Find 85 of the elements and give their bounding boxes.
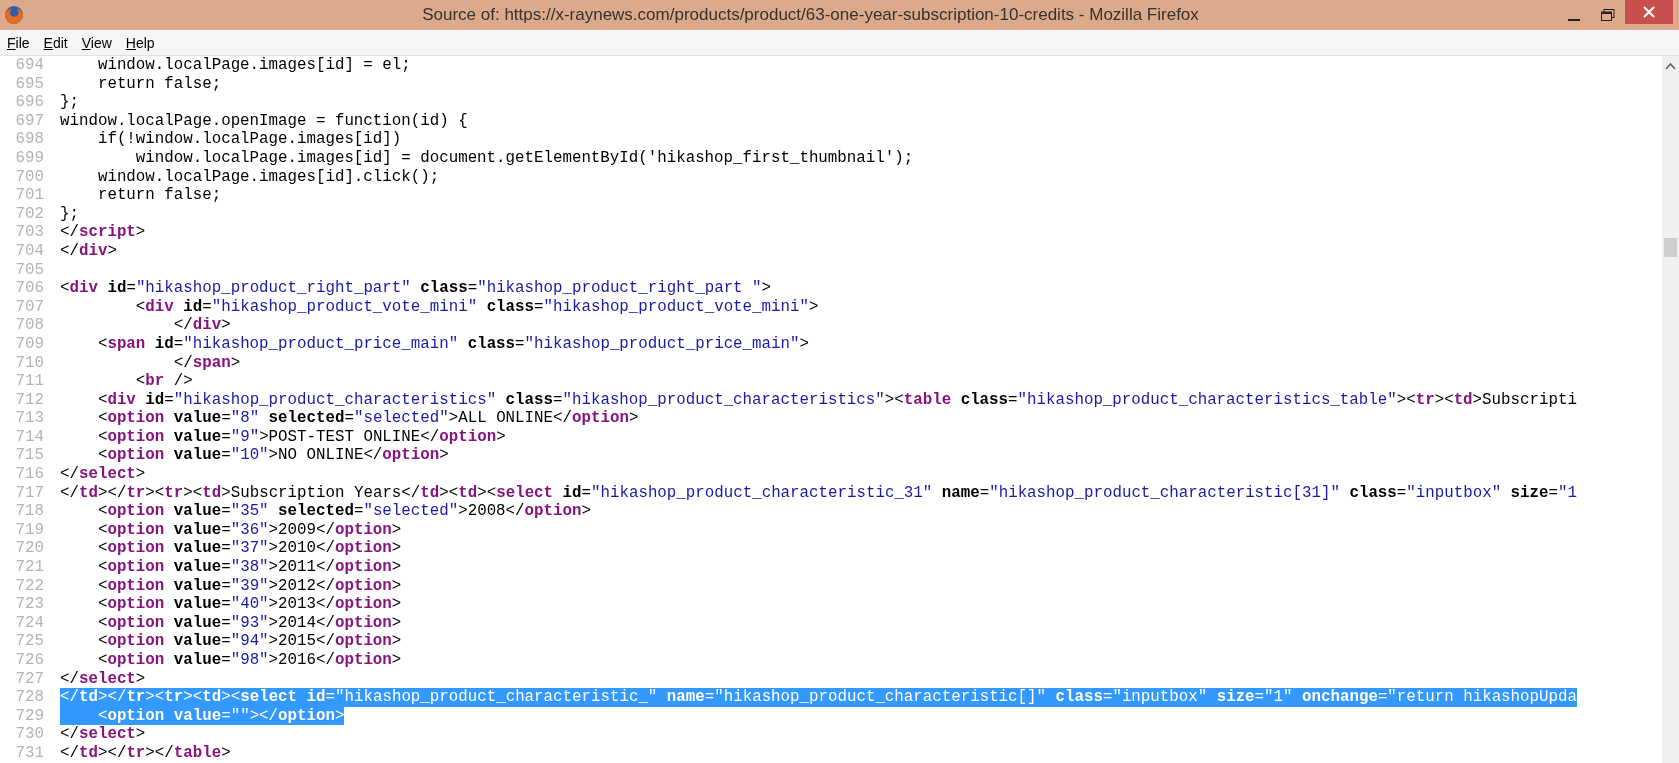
line-number: 721 (14, 558, 45, 577)
code-line: </div> (60, 241, 117, 261)
code-line: <span id="hikashop_product_price_main" class="hikashop_product_price_main"> (96, 334, 809, 354)
line-number: 697 (14, 111, 45, 131)
code-line: return false; (96, 74, 222, 94)
menu-item[interactable]: View (74, 34, 119, 51)
line-number: 728 (14, 688, 45, 707)
line-number: 718 (14, 502, 45, 521)
code-line: <br /> (134, 372, 193, 391)
line-number: 705 (14, 260, 45, 280)
minimize-icon (1568, 19, 1580, 21)
code-line: window.localPage.images[id] = document.getElementById('hikashop_first_thumbnail'); (134, 148, 914, 168)
line-number: 699 (14, 148, 45, 168)
code-line: <option value="9">POST-TEST ONLINE</option> (96, 427, 506, 447)
code-line: <option value="93">2014</option> (96, 613, 402, 633)
line-number: 713 (14, 409, 45, 428)
close-icon (1643, 6, 1655, 18)
restore-icon (1601, 9, 1615, 21)
line-number: 708 (14, 316, 45, 335)
line-number: 729 (14, 706, 45, 726)
code-line: window.localPage.openImage = function(id) { (60, 111, 468, 131)
line-number: 723 (14, 595, 45, 614)
line-number: 719 (14, 520, 45, 540)
code-line: <div id="hikashop_product_right_part" class="hikashop_product_right_part "> (60, 279, 772, 298)
line-number: 722 (14, 576, 45, 596)
code-line: <option value="98">2016</option> (96, 651, 402, 670)
code-line: <option value="37">2010</option> (96, 539, 402, 559)
line-number: 712 (14, 390, 45, 410)
code-line: </div> (172, 316, 231, 335)
code-line: }; (60, 204, 79, 224)
line-number: 711 (14, 372, 45, 391)
line-number: 706 (14, 279, 45, 298)
code-line: </td></tr><tr><td>Subscription Years</td><td><select id="hikashop_product_characteristic_31" name="hikashop_product_characteristic[31]" class="inputbox" size="1 (60, 483, 1577, 503)
line-number: 724 (14, 613, 45, 633)
line-number: 702 (14, 204, 45, 224)
line-number: 717 (14, 483, 45, 503)
code-line: </select> (60, 669, 146, 689)
menu-item[interactable]: Edit (36, 34, 75, 51)
code-line: <option value="8" selected="selected">ALL ONLINE</option> (96, 409, 639, 428)
code-line: <option value="94">2015</option> (96, 632, 402, 651)
code-line: <option value="38">2011</option> (96, 558, 402, 577)
scrollbar-thumb[interactable] (1664, 238, 1677, 257)
code-line: </select> (60, 465, 146, 484)
code-line: <option value="36">2009</option> (96, 520, 402, 540)
code-line: <option value="39">2012</option> (96, 576, 402, 596)
code-line: <option value="35" selected="selected">2008</option> (96, 502, 591, 521)
code-line: <div id="hikashop_product_characteristics" class="hikashop_product_characteristics"><table class="hikashop_product_characteristics_table"><tr><td>Subscripti (96, 390, 1577, 410)
line-number: 714 (14, 427, 45, 447)
line-number: 710 (14, 353, 45, 373)
code-line: </select> (60, 725, 146, 744)
line-number: 720 (14, 539, 45, 559)
line-number: 701 (14, 186, 45, 205)
line-number: 726 (14, 651, 45, 670)
line-number: 695 (14, 74, 45, 94)
code-line: </td></tr></table> (60, 743, 231, 763)
code-line: }; (60, 93, 79, 112)
line-number: 716 (14, 465, 45, 484)
line-number: 715 (14, 446, 45, 466)
code-line: </script> (60, 223, 146, 242)
line-number: 725 (14, 632, 45, 651)
code-line: <div id="hikashop_product_vote_mini" class="hikashop_product_vote_mini"> (134, 297, 819, 317)
window-title: Source of: https://x-raynews.com/products/product/63-one-year-subscription-10-credits - Mozilla Firefox (421, 5, 1200, 25)
code-line: <option value="10">NO ONLINE</option> (96, 446, 449, 466)
line-number: 730 (14, 725, 45, 744)
line-number: 707 (14, 297, 45, 317)
menu-item[interactable]: Help (118, 34, 162, 51)
line-number: 698 (14, 130, 45, 149)
line-number: 696 (14, 93, 45, 112)
line-number: 727 (14, 669, 45, 689)
line-number: 731 (14, 743, 45, 763)
code-line: </span> (172, 353, 241, 373)
code-line: <option value="40">2013</option> (96, 595, 402, 614)
menu-item[interactable]: File (0, 34, 37, 51)
code-line: window.localPage.images[id].click(); (96, 167, 440, 187)
close-button[interactable] (1625, 0, 1673, 24)
line-number: 709 (14, 334, 45, 354)
line-number: 704 (14, 241, 45, 261)
line-number: 703 (14, 223, 45, 242)
scrollbar-track[interactable] (1662, 56, 1679, 763)
code-line: window.localPage.images[id] = el; (96, 56, 411, 75)
firefox-icon (4, 5, 24, 25)
line-number: 700 (14, 167, 45, 187)
line-number: 694 (14, 56, 45, 75)
code-line: return false; (96, 186, 222, 205)
code-line: if(!window.localPage.images[id]) (96, 130, 402, 149)
